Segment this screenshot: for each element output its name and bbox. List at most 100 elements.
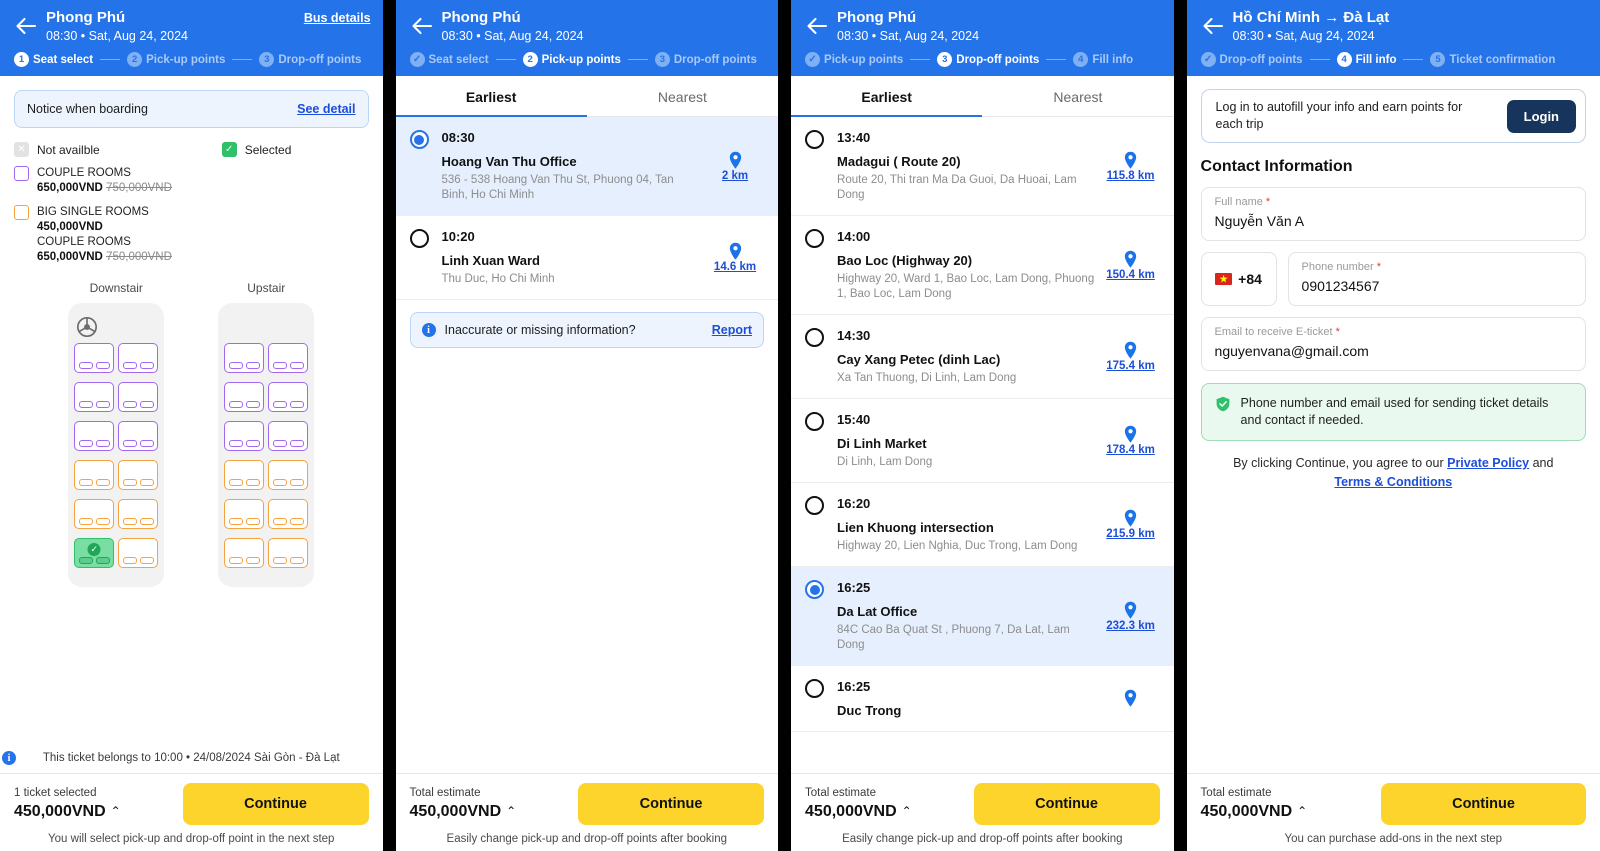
radio-button[interactable] [805,130,825,149]
price-value: 450,000VND [409,803,502,820]
seat[interactable] [118,382,159,412]
point-distance[interactable]: 232.3 km [1102,579,1160,653]
list-item[interactable]: 16:25 Duc Trong [791,666,1174,732]
legend-not-available: ✕ Not availble [14,142,100,157]
seat[interactable] [74,421,115,451]
total-price[interactable]: 450,000VND ⌃ [805,801,912,822]
country-code-selector[interactable]: ★ +84 [1200,252,1277,306]
radio-button[interactable] [805,412,825,431]
terms-conditions-link[interactable]: Terms & Conditions [1334,475,1452,489]
continue-button[interactable]: Continue [182,783,369,825]
step-dropoff-points[interactable]: 3 Drop-off points [937,52,1039,67]
point-distance[interactable]: 2 km [706,129,764,203]
tab-nearest[interactable]: Nearest [982,76,1173,116]
panel-fill-info: Hồ Chí Minh → Đà Lạt 08:30 • Sat, Aug 24… [1186,0,1600,851]
continue-button[interactable]: Continue [578,783,765,825]
step-pickup-points[interactable]: 2 Pick-up points [522,52,621,67]
step-dropoff-points[interactable]: 3 Drop-off points [259,52,361,67]
seat[interactable] [224,499,265,529]
radio-button[interactable] [409,229,429,248]
seat[interactable] [118,421,159,451]
bus-details-link[interactable]: Bus details [304,11,371,25]
radio-button[interactable] [805,496,825,515]
seat-selected[interactable]: ✓ [74,538,115,568]
seat[interactable] [268,382,309,412]
phone-number-field[interactable]: Phone number * 0901234567 [1287,252,1587,306]
step-dropoff-points[interactable]: ✓ Drop-off points [1200,52,1303,67]
list-item[interactable]: 15:40 Di Linh Market Di Linh, Lam Dong 1… [791,399,1174,483]
seat[interactable] [268,421,309,451]
report-link[interactable]: Report [712,323,752,337]
see-detail-link[interactable]: See detail [297,102,355,116]
tab-nearest[interactable]: Nearest [587,76,778,116]
list-item[interactable]: 16:25 Da Lat Office 84C Cao Ba Quat St ,… [791,567,1174,666]
list-item[interactable]: 10:20 Linh Xuan Ward Thu Duc, Ho Chi Min… [395,216,779,300]
back-button[interactable] [1199,12,1227,40]
email-field[interactable]: Email to receive E-ticket * nguyenvana@g… [1200,317,1587,371]
point-distance[interactable]: 178.4 km [1102,411,1160,470]
seat[interactable] [224,460,265,490]
seat[interactable] [118,343,159,373]
list-item[interactable]: 08:30 Hoang Van Thu Office 536 - 538 Hoa… [395,117,779,216]
back-button[interactable] [408,12,436,40]
step-pickup-points[interactable]: 2 Pick-up points [127,52,225,67]
radio-button[interactable] [805,580,825,599]
boarding-notice[interactable]: Notice when boarding See detail [14,90,369,128]
total-price[interactable]: 450,000VND ⌃ [1201,801,1308,822]
seat[interactable] [118,499,159,529]
step-fill-info[interactable]: 4 Fill info [1073,52,1133,67]
point-distance[interactable] [1102,678,1160,719]
private-policy-link[interactable]: Private Policy [1447,456,1529,470]
tab-earliest[interactable]: Earliest [791,76,983,117]
seat[interactable] [118,460,159,490]
list-item[interactable]: 13:40 Madagui ( Route 20) Route 20, Thi … [791,117,1174,216]
point-distance[interactable]: 115.8 km [1102,129,1160,203]
list-item[interactable]: 14:30 Cay Xang Petec (dinh Lac) Xa Tan T… [791,315,1174,399]
seat[interactable] [268,538,309,568]
login-button[interactable]: Login [1506,99,1577,133]
list-item[interactable]: 14:00 Bao Loc (Highway 20) Highway 20, W… [791,216,1174,315]
radio-button[interactable] [805,229,825,248]
step-ticket-confirmation[interactable]: 5 Ticket confirmation [1430,52,1555,67]
seat[interactable] [224,538,265,568]
tab-earliest[interactable]: Earliest [395,76,588,117]
seat[interactable] [74,460,115,490]
radio-button[interactable] [805,328,825,347]
point-distance[interactable]: 150.4 km [1102,228,1160,302]
total-price[interactable]: 450,000VND ⌃ [410,801,517,822]
seat-row [74,499,159,529]
step-seat-select[interactable]: 1 Seat select [14,52,93,67]
label-text: Full name [1214,196,1263,208]
seat[interactable] [74,382,115,412]
full-name-field[interactable]: Full name * Nguyễn Văn A [1200,187,1587,241]
continue-button[interactable]: Continue [1381,783,1587,825]
label-text: Email to receive E-ticket [1214,326,1333,338]
seat[interactable] [224,382,265,412]
list-item[interactable]: 16:20 Lien Khuong intersection Highway 2… [791,483,1174,567]
radio-button[interactable] [409,130,429,149]
back-button[interactable] [803,12,831,40]
seat[interactable] [268,343,309,373]
seat[interactable] [268,499,309,529]
seat[interactable] [74,343,115,373]
back-button[interactable] [12,12,40,40]
bottom-hint: Easily change pick-up and drop-off point… [842,833,1123,845]
seat[interactable] [118,538,159,568]
point-distance[interactable]: 14.6 km [706,228,764,287]
country-code-value: +84 [1238,271,1262,287]
seat[interactable] [74,499,115,529]
step-separator [1309,58,1330,61]
step-fill-info[interactable]: 4 Fill info [1336,52,1396,67]
continue-button[interactable]: Continue [973,783,1160,825]
step-pickup-points[interactable]: ✓ Pick-up points [805,52,903,67]
step-seat-select[interactable]: ✓ Seat select [409,52,489,67]
point-distance[interactable]: 215.9 km [1102,495,1160,554]
seat[interactable] [224,343,265,373]
step-dropoff-points[interactable]: 3 Drop-off points [654,52,757,67]
seat[interactable] [224,421,265,451]
total-price[interactable]: 450,000VND ⌃ [14,801,121,822]
ticket-note-text: This ticket belongs to 10:00 • 24/08/202… [42,752,340,764]
point-distance[interactable]: 175.4 km [1102,327,1160,386]
radio-button[interactable] [805,679,825,698]
seat[interactable] [268,460,309,490]
